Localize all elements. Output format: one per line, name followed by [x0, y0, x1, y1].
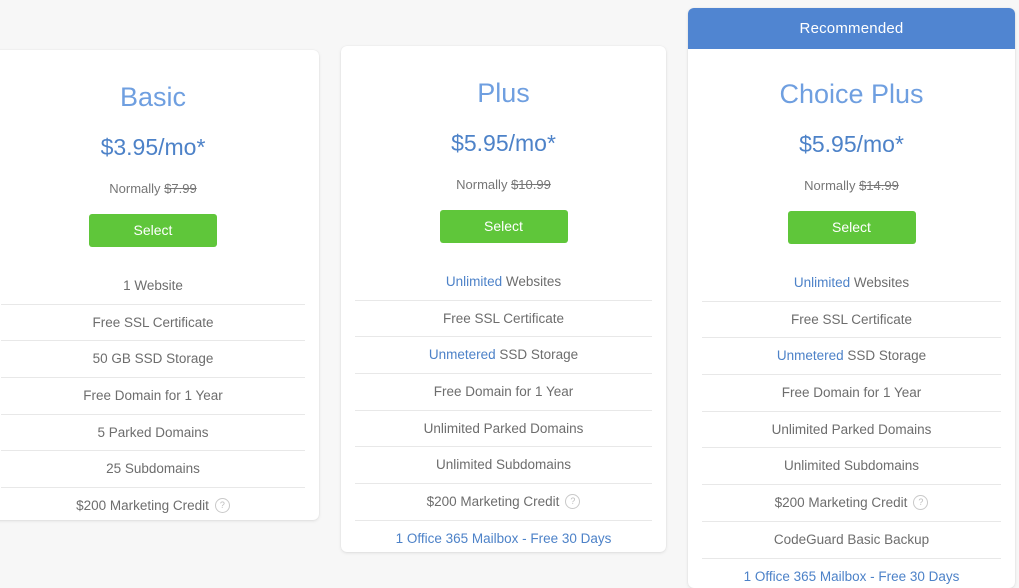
feature-text: Unlimited Subdomains — [436, 457, 571, 472]
feature-highlight: Unlimited — [446, 274, 502, 289]
plan-normal-price: Normally $10.99 — [355, 178, 652, 191]
feature-row: $200 Marketing Credit? — [702, 485, 1001, 522]
feature-list-choice-plus: Unlimited Websites Free SSL Certificate … — [702, 265, 1001, 588]
feature-text: 25 Subdomains — [106, 461, 200, 476]
help-icon[interactable]: ? — [565, 494, 580, 509]
normally-strikethrough-price: $14.99 — [859, 178, 899, 193]
plan-price: $5.95/mo* — [355, 132, 652, 155]
help-icon[interactable]: ? — [913, 495, 928, 510]
feature-row: Free Domain for 1 Year — [1, 378, 305, 415]
normally-strikethrough-price: $7.99 — [164, 181, 197, 196]
plan-card-body: Basic $3.95/mo* Normally $7.99 Select 1 … — [0, 84, 319, 520]
select-button-choice-plus[interactable]: Select — [788, 211, 916, 244]
feature-text: Websites — [502, 274, 561, 289]
feature-text: Free Domain for 1 Year — [83, 388, 223, 403]
feature-row: Free SSL Certificate — [1, 305, 305, 342]
feature-text: Free Domain for 1 Year — [434, 384, 574, 399]
feature-row: Unlimited Parked Domains — [355, 411, 652, 448]
feature-row: Unlimited Subdomains — [355, 447, 652, 484]
plan-title: Plus — [355, 80, 652, 107]
feature-highlight: Unlimited — [794, 275, 850, 290]
feature-text: $200 Marketing Credit — [76, 498, 209, 513]
feature-highlight: Unmetered — [777, 348, 844, 363]
plan-price: $5.95/mo* — [702, 133, 1001, 156]
feature-text: 1 Website — [123, 278, 183, 293]
normally-strikethrough-price: $10.99 — [511, 177, 551, 192]
feature-row-office365-link[interactable]: 1 Office 365 Mailbox - Free 30 Days — [702, 559, 1001, 588]
feature-row: 1 Website — [1, 268, 305, 305]
feature-text: $200 Marketing Credit — [427, 494, 560, 509]
feature-row: Unlimited Websites — [355, 264, 652, 301]
feature-row: 25 Subdomains — [1, 451, 305, 488]
feature-text: $200 Marketing Credit — [775, 495, 908, 510]
feature-text: Websites — [850, 275, 909, 290]
feature-text: Free Domain for 1 Year — [782, 385, 922, 400]
feature-list-plus: Unlimited Websites Free SSL Certificate … — [355, 264, 652, 552]
feature-row: Unmetered SSD Storage — [355, 337, 652, 374]
feature-text: Free SSL Certificate — [92, 315, 213, 330]
feature-row: Free SSL Certificate — [355, 301, 652, 338]
feature-row: Free Domain for 1 Year — [702, 375, 1001, 412]
plan-card-body: Plus $5.95/mo* Normally $10.99 Select Un… — [341, 80, 666, 552]
feature-row: $200 Marketing Credit? — [1, 488, 305, 520]
feature-row: Free Domain for 1 Year — [355, 374, 652, 411]
normally-label: Normally — [109, 181, 160, 196]
feature-text: 1 Office 365 Mailbox - Free 30 Days — [396, 531, 612, 546]
plan-card-choice-plus: Recommended Choice Plus $5.95/mo* Normal… — [688, 8, 1015, 588]
feature-text: Free SSL Certificate — [791, 312, 912, 327]
plan-title: Choice Plus — [702, 81, 1001, 108]
plan-price: $3.95/mo* — [1, 136, 305, 159]
recommended-badge: Recommended — [688, 8, 1015, 49]
feature-text: Unlimited Parked Domains — [772, 422, 932, 437]
feature-row-office365-link[interactable]: 1 Office 365 Mailbox - Free 30 Days — [355, 521, 652, 552]
feature-text: Unlimited Parked Domains — [424, 421, 584, 436]
feature-text: 50 GB SSD Storage — [93, 351, 214, 366]
feature-list-basic: 1 Website Free SSL Certificate 50 GB SSD… — [1, 268, 305, 520]
feature-row: 5 Parked Domains — [1, 415, 305, 452]
feature-row: Unlimited Websites — [702, 265, 1001, 302]
feature-highlight: Unmetered — [429, 347, 496, 362]
feature-text: Unlimited Subdomains — [784, 458, 919, 473]
feature-row: $200 Marketing Credit? — [355, 484, 652, 521]
feature-text: 5 Parked Domains — [97, 425, 208, 440]
feature-row: Unmetered SSD Storage — [702, 338, 1001, 375]
feature-row: Unlimited Subdomains — [702, 448, 1001, 485]
feature-text: CodeGuard Basic Backup — [774, 532, 929, 547]
feature-row: 50 GB SSD Storage — [1, 341, 305, 378]
feature-text: Free SSL Certificate — [443, 311, 564, 326]
select-button-basic[interactable]: Select — [89, 214, 217, 247]
plan-title: Basic — [1, 84, 305, 111]
plan-card-body: Choice Plus $5.95/mo* Normally $14.99 Se… — [688, 81, 1015, 588]
feature-text: 1 Office 365 Mailbox - Free 30 Days — [744, 569, 960, 584]
plan-normal-price: Normally $14.99 — [702, 179, 1001, 192]
plan-card-plus: Plus $5.95/mo* Normally $10.99 Select Un… — [341, 46, 666, 552]
feature-row: Free SSL Certificate — [702, 302, 1001, 339]
normally-label: Normally — [804, 178, 855, 193]
normally-label: Normally — [456, 177, 507, 192]
select-button-plus[interactable]: Select — [440, 210, 568, 243]
feature-text: SSD Storage — [496, 347, 579, 362]
feature-text: SSD Storage — [844, 348, 927, 363]
feature-row: CodeGuard Basic Backup — [702, 522, 1001, 559]
feature-row: Unlimited Parked Domains — [702, 412, 1001, 449]
plan-card-basic: Basic $3.95/mo* Normally $7.99 Select 1 … — [0, 50, 319, 520]
help-icon[interactable]: ? — [215, 498, 230, 513]
plan-normal-price: Normally $7.99 — [1, 182, 305, 195]
pricing-plans-container: Basic $3.95/mo* Normally $7.99 Select 1 … — [0, 0, 1019, 573]
